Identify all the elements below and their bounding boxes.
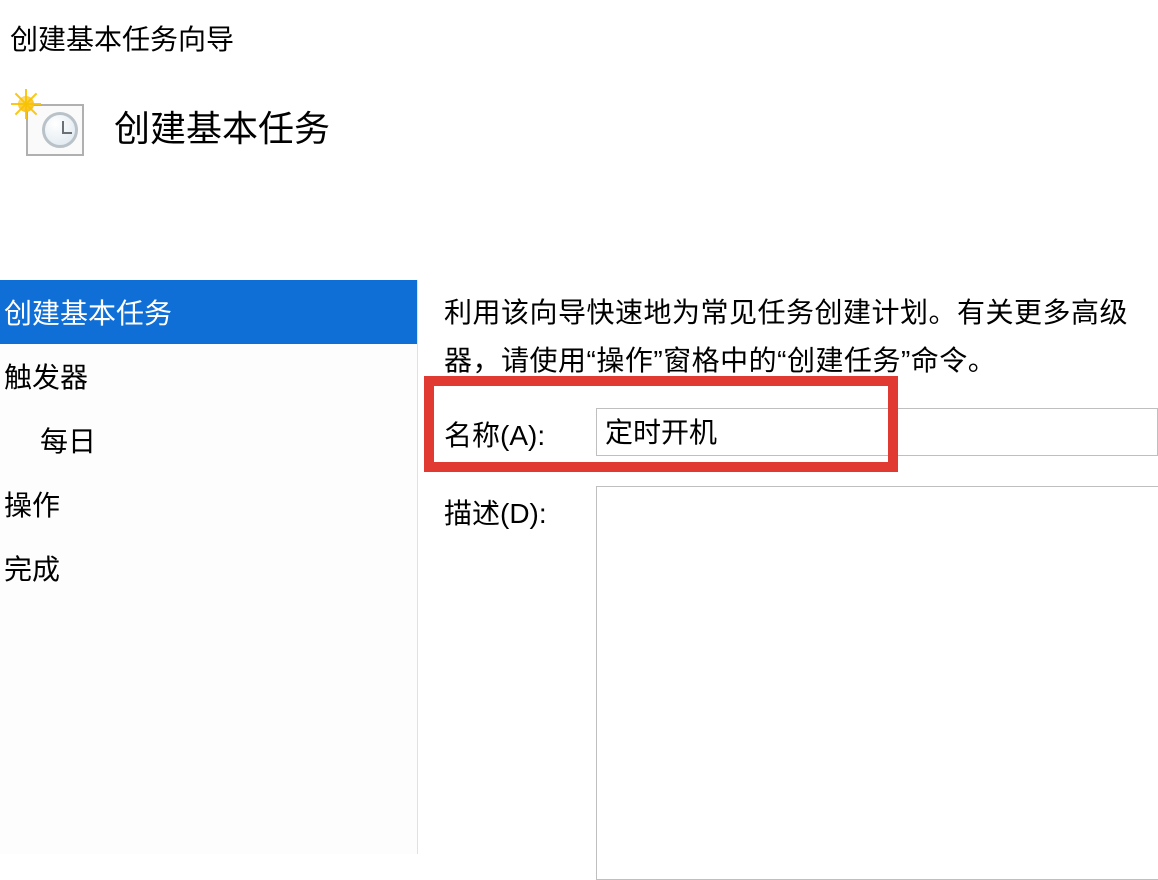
step-action[interactable]: 操作 [0, 472, 417, 536]
step-finish[interactable]: 完成 [0, 536, 417, 600]
task-scheduler-icon [18, 96, 82, 156]
intro-text: 利用该向导快速地为常见任务创建计划。有关更多高级 器，请使用“操作”窗格中的“创… [444, 290, 1158, 384]
intro-line-2: 器，请使用“操作”窗格中的“创建任务”命令。 [444, 336, 1158, 384]
description-label: 描述(D): [444, 486, 596, 532]
window-title: 创建基本任务向导 [0, 0, 1158, 58]
task-name-input[interactable] [596, 408, 1158, 456]
wizard-steps: 创建基本任务 触发器 每日 操作 完成 [0, 280, 418, 854]
wizard-header: 创建基本任务 [0, 58, 1158, 156]
wizard-content: 利用该向导快速地为常见任务创建计划。有关更多高级 器，请使用“操作”窗格中的“创… [418, 280, 1158, 854]
task-description-input[interactable] [596, 486, 1158, 880]
step-daily[interactable]: 每日 [0, 408, 417, 472]
intro-line-1: 利用该向导快速地为常见任务创建计划。有关更多高级 [444, 290, 1158, 336]
step-trigger[interactable]: 触发器 [0, 344, 417, 408]
page-title: 创建基本任务 [114, 100, 330, 152]
name-label: 名称(A): [444, 408, 596, 454]
step-create-basic-task[interactable]: 创建基本任务 [0, 280, 417, 344]
